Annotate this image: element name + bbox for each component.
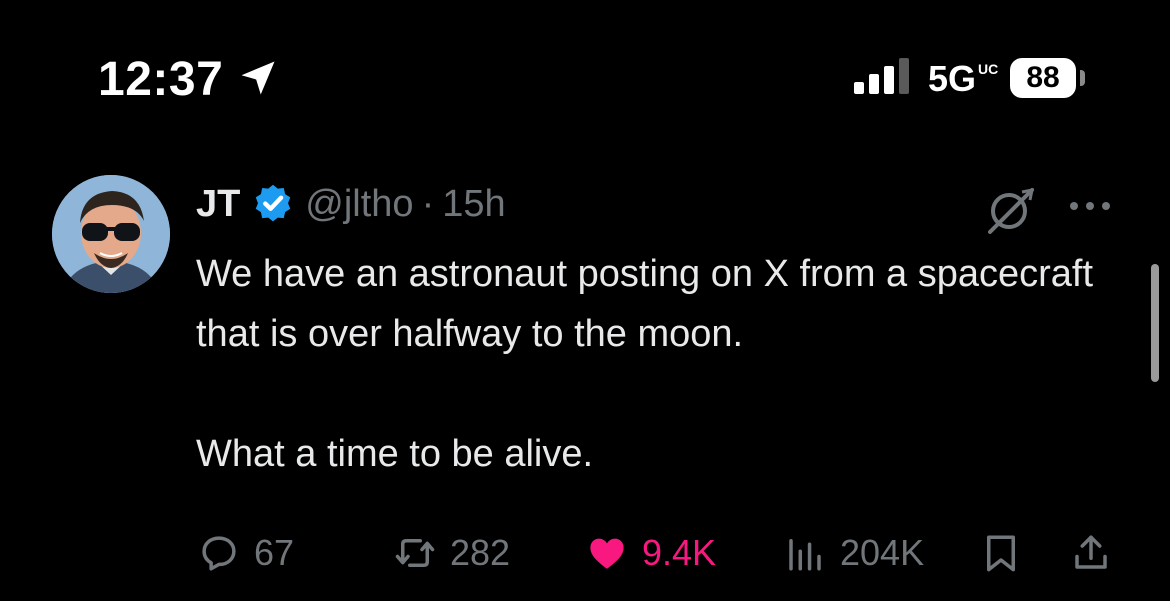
avatar[interactable] [52, 175, 170, 293]
separator-dot: · [421, 182, 435, 225]
battery-indicator: 88 [1010, 58, 1076, 98]
verified-badge-icon [255, 184, 291, 222]
like-button[interactable]: 9.4K [586, 528, 716, 578]
author-name[interactable]: JT [196, 183, 240, 226]
share-button[interactable] [1070, 528, 1112, 578]
signal-icon [854, 58, 909, 94]
view-count: 204K [840, 532, 925, 573]
avatar-illustration [52, 175, 170, 293]
tweet-text-line-1: We have an astronaut posting on X from a… [196, 253, 1094, 355]
reply-count: 67 [254, 532, 295, 573]
like-count: 9.4K [642, 532, 717, 573]
reply-button[interactable]: 67 [198, 528, 294, 578]
reply-icon [202, 536, 236, 571]
tweet[interactable]: JT @jltho · 15h We have an astronaut posti… [0, 160, 1170, 601]
like-icon [590, 538, 624, 569]
bookmark-icon [987, 535, 1015, 572]
author-handle[interactable]: @jltho [305, 183, 413, 226]
status-bar: 12:37 5G UC 88 [0, 0, 1170, 140]
network-type: 5G [928, 58, 977, 99]
network-suffix: UC [978, 61, 999, 77]
more-icon[interactable] [1066, 198, 1114, 214]
tweet-actions: 67 282 9.4K 204K [0, 528, 1170, 578]
share-icon [1075, 535, 1107, 569]
views-icon [789, 539, 821, 571]
bookmark-button[interactable] [980, 528, 1022, 578]
clock-time: 12:37 [98, 53, 224, 106]
tweet-age[interactable]: 15h [442, 183, 505, 226]
views-button[interactable]: 204K [784, 528, 924, 578]
grok-icon[interactable] [982, 184, 1036, 238]
tweet-text-line-2: What a time to be alive. [196, 433, 594, 475]
scrollbar[interactable] [1151, 264, 1159, 382]
tweet-header: JT @jltho · 15h [196, 182, 506, 232]
network-indicator: 5G UC [928, 58, 999, 100]
location-arrow-icon [241, 61, 275, 95]
repost-icon [395, 539, 435, 567]
tweet-text: We have an astronaut posting on X from a… [196, 244, 1146, 484]
repost-count: 282 [450, 532, 511, 573]
repost-button[interactable]: 282 [394, 528, 510, 578]
battery-tip [1080, 70, 1085, 86]
